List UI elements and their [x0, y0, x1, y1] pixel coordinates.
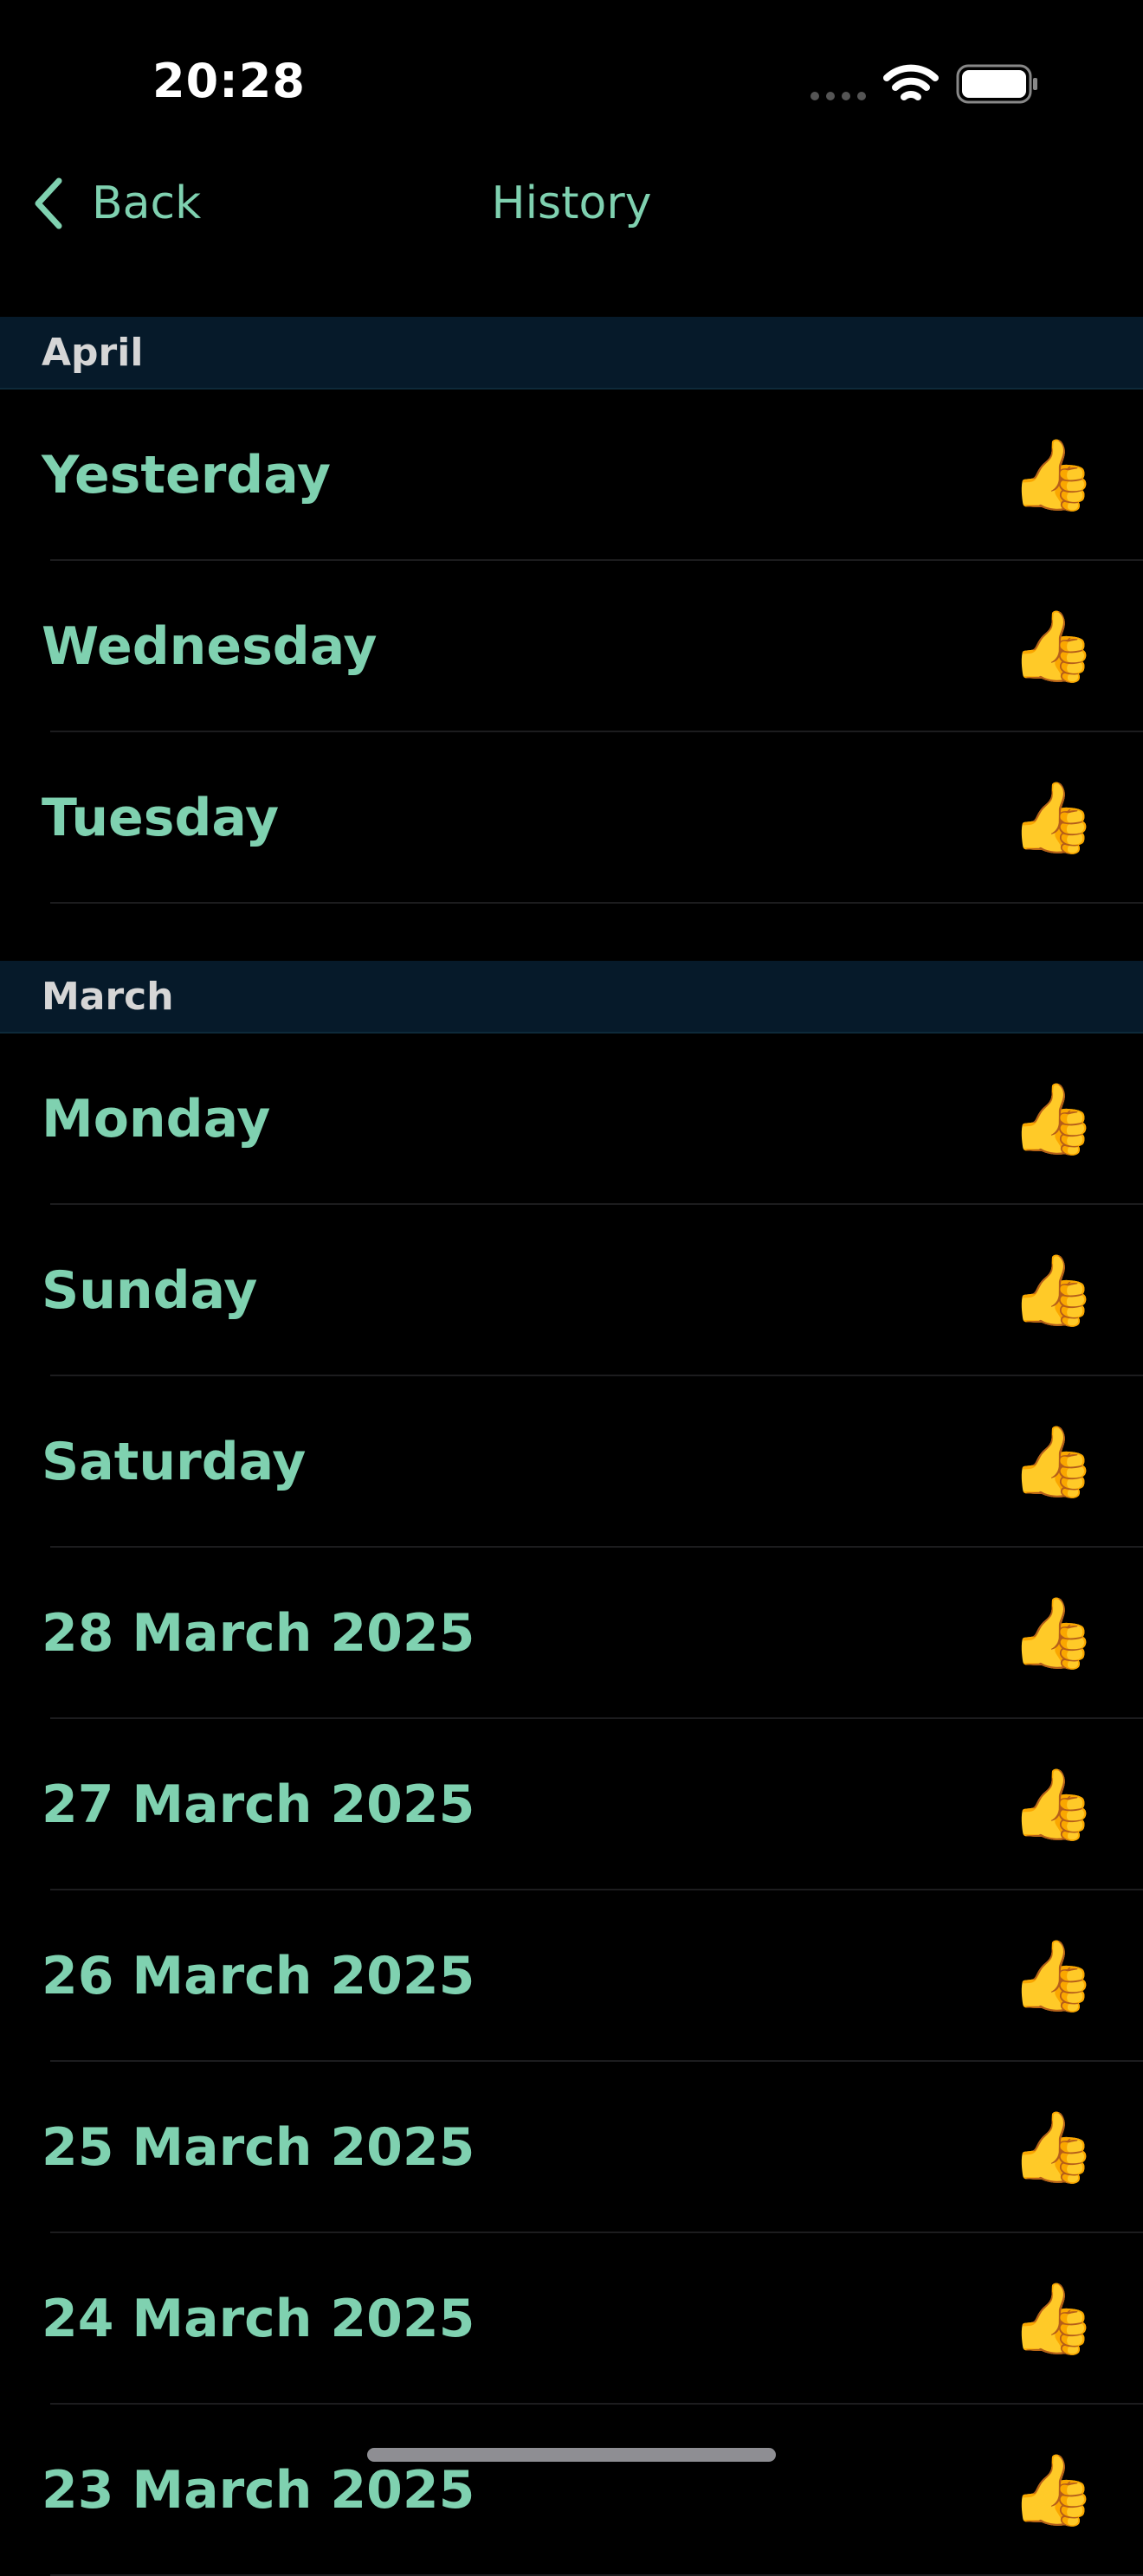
- history-row[interactable]: 25 March 2025 👍: [0, 2062, 1143, 2233]
- history-row-label: 27 March 2025: [42, 1774, 475, 1835]
- back-button[interactable]: Back: [31, 173, 201, 234]
- history-row[interactable]: Tuesday 👍: [0, 732, 1143, 904]
- status-bar: 20:28: [0, 0, 1143, 164]
- signal-dots-icon: [810, 92, 866, 100]
- wifi-icon: [883, 64, 939, 100]
- history-row-label: 23 March 2025: [42, 2460, 475, 2521]
- history-row-label: 26 March 2025: [42, 1946, 475, 2006]
- history-row[interactable]: Saturday 👍: [0, 1376, 1143, 1548]
- history-row[interactable]: 27 March 2025 👍: [0, 1719, 1143, 1890]
- row-divider: [50, 902, 1143, 904]
- thumbs-up-icon: 👍: [1010, 1250, 1096, 1330]
- status-time: 20:28: [152, 54, 306, 108]
- history-row-label: Saturday: [42, 1432, 307, 1492]
- history-row-label: Yesterday: [42, 445, 332, 506]
- thumbs-up-icon: 👍: [1010, 1593, 1096, 1673]
- thumbs-up-icon: 👍: [1010, 2278, 1096, 2359]
- thumbs-up-icon: 👍: [1010, 777, 1096, 858]
- thumbs-up-icon: 👍: [1010, 1421, 1096, 1502]
- section-header: March: [0, 961, 1143, 1034]
- history-row-label: Tuesday: [42, 788, 280, 848]
- history-row[interactable]: Yesterday 👍: [0, 390, 1143, 561]
- history-row-label: 24 March 2025: [42, 2289, 475, 2349]
- thumbs-up-icon: 👍: [1010, 2450, 1096, 2530]
- section-header: April: [0, 317, 1143, 390]
- history-row-label: 28 March 2025: [42, 1603, 475, 1664]
- history-row[interactable]: 28 March 2025 👍: [0, 1548, 1143, 1719]
- history-row-label: Sunday: [42, 1260, 258, 1321]
- thumbs-up-icon: 👍: [1010, 1079, 1096, 1159]
- thumbs-up-icon: 👍: [1010, 435, 1096, 515]
- thumbs-up-icon: 👍: [1010, 1764, 1096, 1845]
- history-row-label: Monday: [42, 1089, 271, 1150]
- history-row[interactable]: Sunday 👍: [0, 1205, 1143, 1376]
- history-row-label: 25 March 2025: [42, 2117, 475, 2178]
- history-row[interactable]: 23 March 2025 👍: [0, 2405, 1143, 2576]
- chevron-left-icon: [35, 177, 62, 229]
- section-title: March: [42, 975, 174, 1019]
- thumbs-up-icon: 👍: [1010, 606, 1096, 686]
- back-label: Back: [92, 177, 202, 229]
- battery-icon: [956, 64, 1037, 104]
- history-row[interactable]: 24 March 2025 👍: [0, 2233, 1143, 2405]
- section-title: April: [42, 331, 144, 375]
- thumbs-up-icon: 👍: [1010, 2107, 1096, 2187]
- home-indicator[interactable]: [367, 2448, 776, 2462]
- history-row[interactable]: 26 March 2025 👍: [0, 1890, 1143, 2062]
- thumbs-up-icon: 👍: [1010, 1935, 1096, 2016]
- history-row[interactable]: Monday 👍: [0, 1034, 1143, 1205]
- history-row-label: Wednesday: [42, 616, 378, 677]
- history-row[interactable]: Wednesday 👍: [0, 561, 1143, 732]
